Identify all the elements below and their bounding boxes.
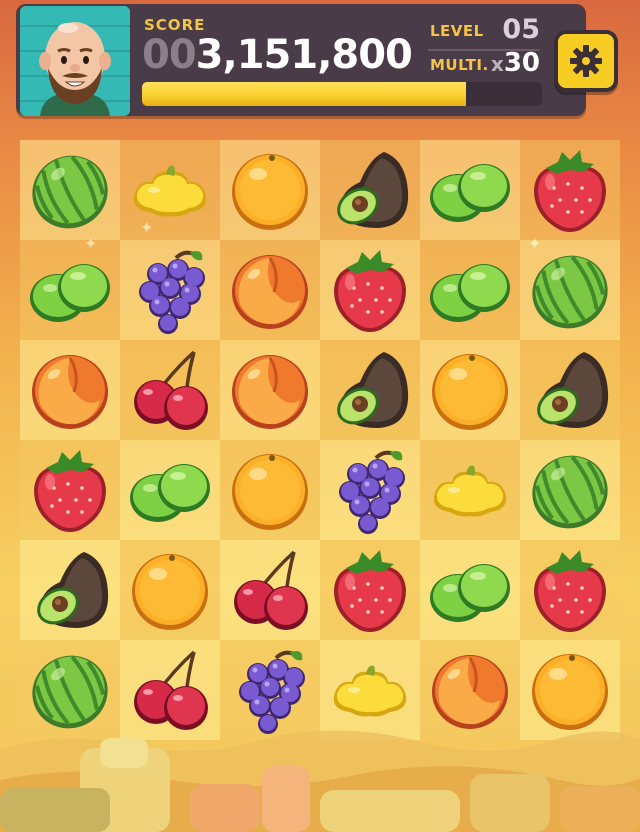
grapes-icon bbox=[339, 450, 405, 534]
orange-icon bbox=[432, 354, 508, 430]
multiplier-number: 30 bbox=[503, 48, 540, 78]
hud-panel: SCORE 003,151,800 LEVEL 05 MULTI. x30 bbox=[16, 4, 586, 116]
strawberry-icon bbox=[534, 550, 606, 632]
peach-icon bbox=[32, 355, 108, 429]
squash-icon bbox=[133, 165, 207, 217]
avocado-icon bbox=[337, 352, 409, 428]
gear-icon bbox=[570, 45, 602, 77]
score-progress-bar bbox=[142, 82, 542, 106]
lime-icon bbox=[430, 264, 510, 322]
board-cell[interactable] bbox=[220, 540, 320, 640]
board-cell[interactable] bbox=[120, 540, 220, 640]
avocado-icon bbox=[337, 152, 409, 228]
squash-icon bbox=[433, 465, 507, 517]
lime-icon bbox=[130, 464, 210, 522]
board-cell[interactable] bbox=[520, 540, 620, 640]
board-cell[interactable] bbox=[420, 540, 520, 640]
board-cell[interactable] bbox=[420, 440, 520, 540]
board-cell[interactable] bbox=[420, 140, 520, 240]
board-cell[interactable] bbox=[320, 540, 420, 640]
board-cell[interactable] bbox=[520, 240, 620, 340]
strawberry-icon bbox=[334, 550, 406, 632]
board-cell[interactable] bbox=[420, 340, 520, 440]
board-cell[interactable] bbox=[220, 340, 320, 440]
avocado-icon bbox=[537, 352, 609, 428]
board-cell[interactable] bbox=[120, 140, 220, 240]
avocado-icon bbox=[37, 552, 109, 628]
board-cell[interactable] bbox=[20, 540, 120, 640]
board-cell[interactable] bbox=[520, 340, 620, 440]
grapes-icon bbox=[139, 250, 205, 334]
watermelon-icon bbox=[32, 155, 108, 229]
board-cell[interactable] bbox=[120, 240, 220, 340]
bald-man-avatar-icon bbox=[20, 6, 130, 116]
board-cell[interactable] bbox=[20, 140, 120, 240]
player-avatar[interactable] bbox=[20, 6, 130, 116]
score-number: 3,151,800 bbox=[195, 32, 413, 78]
strawberry-icon bbox=[334, 250, 406, 332]
strawberry-icon bbox=[34, 450, 106, 532]
cherries-icon bbox=[234, 550, 308, 630]
board-cell[interactable] bbox=[420, 240, 520, 340]
peach-icon bbox=[232, 355, 308, 429]
board-cell[interactable] bbox=[120, 440, 220, 540]
board-cell[interactable] bbox=[220, 140, 320, 240]
fruit-board bbox=[20, 140, 620, 740]
board-cell[interactable] bbox=[20, 440, 120, 540]
lime-icon bbox=[430, 164, 510, 222]
settings-button[interactable] bbox=[554, 30, 618, 92]
board-cell[interactable] bbox=[220, 240, 320, 340]
board-cell[interactable] bbox=[520, 140, 620, 240]
score-leading-zeros: 00 bbox=[142, 32, 197, 78]
board-cell[interactable] bbox=[320, 440, 420, 540]
lime-icon bbox=[430, 564, 510, 622]
desert-terrain-decoration bbox=[0, 730, 640, 832]
level-value: 05 bbox=[502, 14, 540, 45]
board-cell[interactable] bbox=[120, 340, 220, 440]
peach-icon bbox=[232, 255, 308, 329]
board-cell[interactable] bbox=[520, 440, 620, 540]
cherries-icon bbox=[134, 350, 208, 430]
score-progress-fill bbox=[142, 82, 466, 106]
multiplier-prefix: x bbox=[490, 52, 504, 76]
multiplier-label: MULTI. bbox=[430, 56, 489, 74]
watermelon-icon bbox=[532, 455, 608, 529]
lime-icon bbox=[30, 264, 110, 322]
level-label: LEVEL bbox=[430, 22, 484, 40]
score-value: 003,151,800 bbox=[142, 32, 413, 78]
board-cell[interactable] bbox=[220, 440, 320, 540]
board-cell[interactable] bbox=[320, 240, 420, 340]
strawberry-icon bbox=[534, 150, 606, 232]
orange-icon bbox=[232, 154, 308, 230]
board-cell[interactable] bbox=[20, 240, 120, 340]
orange-icon bbox=[132, 554, 208, 630]
board-cell[interactable] bbox=[320, 340, 420, 440]
multiplier-value: x30 bbox=[491, 48, 540, 78]
orange-icon bbox=[232, 454, 308, 530]
watermelon-icon bbox=[532, 255, 608, 329]
board-cell[interactable] bbox=[20, 340, 120, 440]
board-cell[interactable] bbox=[320, 140, 420, 240]
